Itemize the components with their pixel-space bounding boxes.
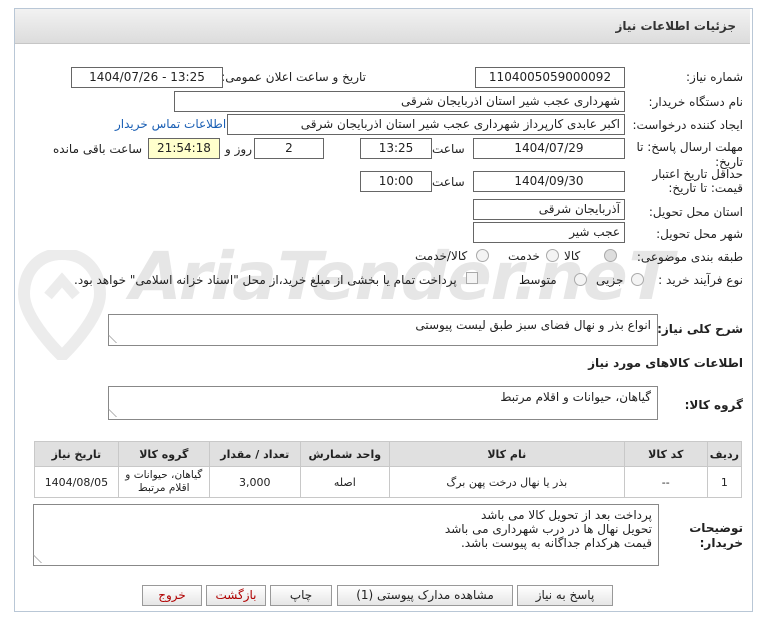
remaining-time-field: 21:54:18: [148, 138, 220, 159]
panel-header: جزئیات اطلاعات نیاز: [15, 9, 750, 44]
buyer-note-line: تحویل نهال ها در درب شهرداری می باشد: [444, 522, 652, 536]
city-label: شهر محل تحویل:: [656, 227, 743, 241]
description-label: شرح کلی نیاز:: [657, 322, 743, 336]
process-label: نوع فرآیند خرید :: [658, 273, 743, 287]
buyer-notes-textarea[interactable]: پرداخت بعد از تحویل کالا می باشد تحویل ن…: [33, 504, 659, 566]
buyer-org-label: نام دستگاه خریدار:: [648, 95, 744, 109]
goods-section-title: اطلاعات کالاهای مورد نیاز: [588, 356, 743, 370]
validity-time-field: 10:00: [360, 171, 432, 192]
announce-field: 1404/07/26 - 13:25: [71, 67, 223, 88]
province-field: آذربایجان شرقی: [473, 199, 625, 220]
announce-label: تاریخ و ساعت اعلان عمومی:: [221, 70, 366, 84]
table-row: 1 -- بذر یا نهال درخت پهن برگ اصله 3,000…: [34, 466, 743, 498]
send-time-field: 13:25: [360, 138, 432, 159]
resize-grip-icon[interactable]: [108, 409, 125, 417]
buyer-notes-label: توضیحات: [689, 521, 743, 535]
send-time-label: ساعت: [432, 142, 465, 156]
validity-label-2: قیمت: تا تاریخ:: [668, 181, 743, 195]
requester-label: ایجاد کننده درخواست:: [632, 118, 743, 132]
cell-goods-group: گیاهان، حیوانات و اقلام مرتبط: [117, 466, 210, 498]
cell-unit: اصله: [299, 466, 390, 498]
back-button[interactable]: بازگشت: [206, 585, 266, 606]
days-field: 2: [254, 138, 324, 159]
description-textarea[interactable]: انواع بذر و نهال فضای سبز طبق لیست پیوست…: [108, 314, 658, 346]
cell-row-number: 1: [706, 466, 743, 498]
validity-time-label: ساعت: [432, 175, 465, 189]
reply-button[interactable]: پاسخ به نیاز: [517, 585, 613, 606]
province-label: استان محل تحویل:: [648, 205, 743, 219]
buyer-org-field: شهرداری عجب شیر استان اذربایجان شرقی: [174, 91, 625, 112]
cell-need-date: 1404/08/05: [34, 466, 119, 498]
col-item-code: کد کالا: [623, 441, 708, 467]
category-radio-both[interactable]: [476, 249, 489, 262]
send-date-field: 1404/07/29: [473, 138, 625, 159]
days-label: روز و: [225, 142, 252, 156]
process-radio-medium[interactable]: [574, 273, 587, 286]
exit-button[interactable]: خروج: [142, 585, 202, 606]
goods-table: ردیف کد کالا نام کالا واحد شمارش تعداد /…: [34, 441, 743, 498]
payment-note: پرداخت تمام یا بخشی از مبلغ خرید،از محل …: [74, 273, 457, 287]
buyer-notes-label-2: خریدار:: [699, 536, 743, 550]
goods-group-textarea[interactable]: گیاهان، حیوانات و اقلام مرتبط: [108, 386, 658, 420]
col-item-name: نام کالا: [388, 441, 625, 467]
col-need-date: تاریخ نیاز: [34, 441, 119, 467]
page-title: جزئیات اطلاعات نیاز: [615, 19, 736, 33]
table-header-row: ردیف کد کالا نام کالا واحد شمارش تعداد /…: [34, 441, 743, 467]
cell-quantity: 3,000: [208, 466, 301, 498]
buyer-note-line: قیمت هرکدام جداگانه به پیوست باشد.: [460, 536, 652, 550]
validity-label: حداقل تاریخ اعتبار: [652, 167, 743, 181]
goods-group-text: گیاهان، حیوانات و اقلام مرتبط: [500, 390, 651, 404]
category-option-goods: کالا: [564, 249, 581, 263]
need-number-label: شماره نیاز:: [686, 70, 743, 84]
need-number-field: 1104005059000092: [475, 67, 625, 88]
process-radio-minor[interactable]: [631, 273, 644, 286]
resize-grip-icon[interactable]: [108, 335, 125, 343]
col-row-number: ردیف: [706, 441, 743, 467]
col-quantity: تعداد / مقدار: [208, 441, 301, 467]
category-option-service: خدمت: [508, 249, 540, 263]
city-field: عجب شیر: [473, 222, 625, 243]
category-option-both: کالا/خدمت: [415, 249, 468, 263]
category-label: طبقه بندی موضوعی:: [636, 250, 743, 264]
buyer-note-line: پرداخت بعد از تحویل کالا می باشد: [481, 508, 652, 522]
category-radio-service[interactable]: [546, 249, 559, 262]
process-option-medium: متوسط: [519, 273, 557, 287]
validity-date-field: 1404/09/30: [473, 171, 625, 192]
contact-info-link[interactable]: اطلاعات تماس خریدار: [115, 117, 226, 131]
col-goods-group: گروه کالا: [117, 441, 210, 467]
print-button[interactable]: چاپ: [270, 585, 332, 606]
resize-grip-icon[interactable]: [33, 555, 50, 563]
send-deadline-label: مهلت ارسال پاسخ: تا: [636, 140, 743, 154]
cell-item-name: بذر یا نهال درخت پهن برگ: [388, 466, 625, 498]
goods-group-label: گروه کالا:: [684, 398, 743, 412]
treasury-payment-checkbox[interactable]: [466, 272, 478, 284]
process-option-minor: جزیی: [596, 273, 624, 287]
requester-field: اکبر عابدی کارپرداز شهرداری عجب شیر استا…: [227, 114, 625, 135]
remaining-label: ساعت باقی مانده: [53, 142, 143, 156]
category-radio-goods[interactable]: [604, 249, 617, 262]
view-attachments-button[interactable]: مشاهده مدارک پیوستی (1): [337, 585, 513, 606]
col-unit: واحد شمارش: [299, 441, 390, 467]
watermark-logo-icon: [18, 250, 106, 360]
description-text: انواع بذر و نهال فضای سبز طبق لیست پیوست…: [415, 318, 651, 332]
cell-item-code: --: [623, 466, 708, 498]
